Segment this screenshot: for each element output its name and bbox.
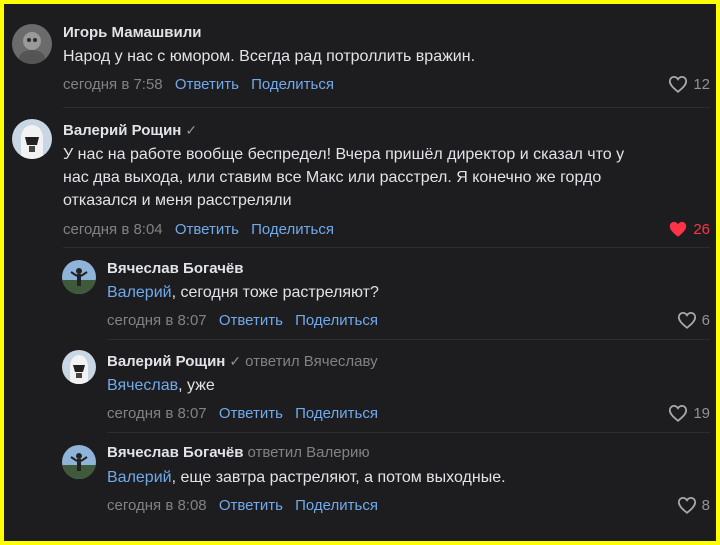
like-count: 26 — [693, 220, 710, 238]
comment-valeriy: Валерий Рощин ✓ У нас на работе вообще бе… — [4, 109, 716, 249]
like-button[interactable]: 8 — [677, 496, 710, 514]
reply-vyacheslav-2: Вячеслав Богачёв ответил Валерию Валерий,… — [4, 433, 716, 541]
heart-outline-icon — [677, 496, 696, 514]
share-button[interactable]: Поделиться — [295, 405, 378, 422]
author-name[interactable]: Валерий Рощин ✓ ответил Вячеславу — [107, 353, 378, 370]
like-count: 12 — [693, 75, 710, 93]
author-name[interactable]: Вячеслав Богачёв ответил Валерию — [107, 444, 370, 461]
timestamp[interactable]: сегодня в 7:58 — [63, 76, 163, 93]
comment-text: Народ у нас с юмором. Всегда рад потролл… — [63, 48, 476, 65]
comment-meta: сегодня в 8:08 Ответить Поделиться — [107, 497, 378, 514]
share-button[interactable]: Поделиться — [295, 497, 378, 514]
reply-button[interactable]: Ответить — [219, 405, 283, 422]
divider — [63, 107, 710, 108]
timestamp[interactable]: сегодня в 8:08 — [107, 497, 207, 514]
author-name[interactable]: Вячеслав Богачёв — [107, 260, 243, 277]
comment-text: Валерий, сегодня тоже растреляют? — [107, 284, 379, 301]
like-button[interactable]: 19 — [668, 404, 710, 422]
timestamp[interactable]: сегодня в 8:07 — [107, 312, 207, 329]
comment-text: Вячеслав, уже — [107, 377, 215, 394]
share-button[interactable]: Поделиться — [295, 312, 378, 329]
mention-link[interactable]: Валерий — [107, 469, 172, 486]
comment-meta: сегодня в 8:04 Ответить Поделиться — [63, 221, 334, 238]
divider — [63, 247, 710, 248]
avatar[interactable] — [12, 119, 52, 159]
reply-button[interactable]: Ответить — [175, 221, 239, 238]
reply-button[interactable]: Ответить — [175, 76, 239, 93]
timestamp[interactable]: сегодня в 8:07 — [107, 405, 207, 422]
verified-check-icon: ✓ — [229, 353, 242, 369]
comments-panel: Игорь Мамашвили Народ у нас с юмором. Вс… — [4, 4, 716, 541]
heart-filled-icon — [670, 221, 687, 237]
reply-vyacheslav: Вячеслав Богачёв Валерий, сегодня тоже р… — [4, 249, 716, 341]
like-count: 19 — [693, 404, 710, 422]
verified-check-icon: ✓ — [185, 122, 198, 138]
comment-meta: сегодня в 7:58 Ответить Поделиться — [63, 76, 334, 93]
comment-igor: Игорь Мамашвили Народ у нас с юмором. Вс… — [4, 4, 716, 109]
comment-text: Валерий, еще завтра растреляют, а потом … — [107, 469, 506, 486]
mention-link[interactable]: Валерий — [107, 284, 172, 301]
divider — [107, 339, 710, 340]
avatar[interactable] — [12, 24, 52, 64]
share-button[interactable]: Поделиться — [251, 221, 334, 238]
comment-text: У нас на работе вообще беспредел! Вчера … — [63, 146, 625, 209]
heart-outline-icon — [677, 311, 696, 329]
share-button[interactable]: Поделиться — [251, 76, 334, 93]
avatar[interactable] — [62, 350, 96, 384]
avatar[interactable] — [62, 445, 96, 479]
mention-link[interactable]: Вячеслав — [107, 377, 178, 394]
like-button[interactable]: 6 — [677, 311, 710, 329]
heart-outline-icon — [669, 75, 688, 93]
like-count: 6 — [701, 311, 710, 329]
replied-to[interactable]: ответил Вячеславу — [245, 353, 378, 370]
comment-meta: сегодня в 8:07 Ответить Поделиться — [107, 312, 378, 329]
timestamp[interactable]: сегодня в 8:04 — [63, 221, 163, 238]
reply-button[interactable]: Ответить — [219, 497, 283, 514]
like-count: 8 — [701, 496, 710, 514]
author-name[interactable]: Валерий Рощин ✓ — [63, 122, 197, 139]
comment-meta: сегодня в 8:07 Ответить Поделиться — [107, 405, 378, 422]
avatar[interactable] — [62, 260, 96, 294]
replied-to[interactable]: ответил Валерию — [247, 444, 369, 461]
heart-outline-icon — [669, 404, 688, 422]
like-button[interactable]: 12 — [668, 75, 710, 93]
reply-button[interactable]: Ответить — [219, 312, 283, 329]
like-button[interactable]: 26 — [668, 220, 710, 238]
reply-valeriy: Валерий Рощин ✓ ответил Вячеславу Вячеслав… — [4, 341, 716, 433]
author-name[interactable]: Игорь Мамашвили — [63, 24, 202, 41]
